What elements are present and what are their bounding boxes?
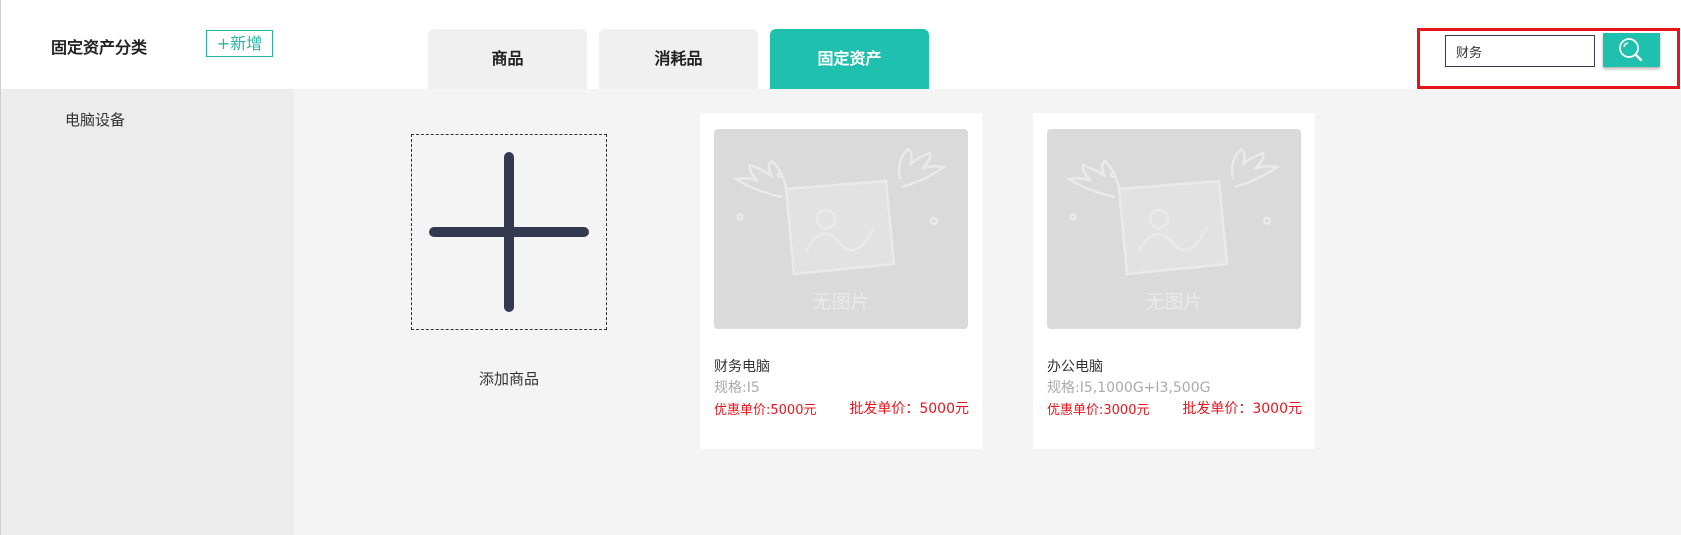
sidebar-header: 固定资产分类 +新增 [1,0,294,89]
product-discount-price: 优惠单价:5000元 [714,403,817,418]
search-button[interactable] [1603,33,1660,67]
product-name: 财务电脑 [714,359,770,375]
product-wholesale-price: 批发单价：3000元 [1182,401,1302,417]
product-image-placeholder: 无图片 [714,129,968,329]
search-icon [1619,38,1643,62]
tab-products[interactable]: 商品 [428,29,587,89]
search-input[interactable] [1445,35,1595,67]
sidebar-title: 固定资产分类 [51,38,148,57]
tab-fixed-assets[interactable]: 固定资产 [770,29,929,89]
product-spec: 规格:I5 [714,380,760,396]
add-product-card[interactable] [411,134,607,330]
no-image-text: 无图片 [812,291,870,313]
product-spec: 规格:I5,1000G+I3,500G [1047,380,1211,396]
add-product-label: 添加商品 [478,370,539,388]
tab-consumables[interactable]: 消耗品 [599,29,758,89]
plus-icon [429,152,589,312]
product-card[interactable]: 无图片 办公电脑 规格:I5,1000G+I3,500G 优惠单价:3000元 … [1033,113,1315,449]
sidebar-item-computer-equipment[interactable]: 电脑设备 [65,109,125,130]
product-card[interactable]: 无图片 财务电脑 规格:I5 优惠单价:5000元 批发单价：5000元 [700,113,982,449]
category-sidebar: 电脑设备 [1,89,294,535]
product-image-placeholder: 无图片 [1047,129,1301,329]
no-image-text: 无图片 [1145,291,1203,313]
product-name: 办公电脑 [1047,359,1103,375]
product-discount-price: 优惠单价:3000元 [1047,403,1150,418]
add-category-button[interactable]: +新增 [206,30,273,57]
product-wholesale-price: 批发单价：5000元 [849,401,969,417]
